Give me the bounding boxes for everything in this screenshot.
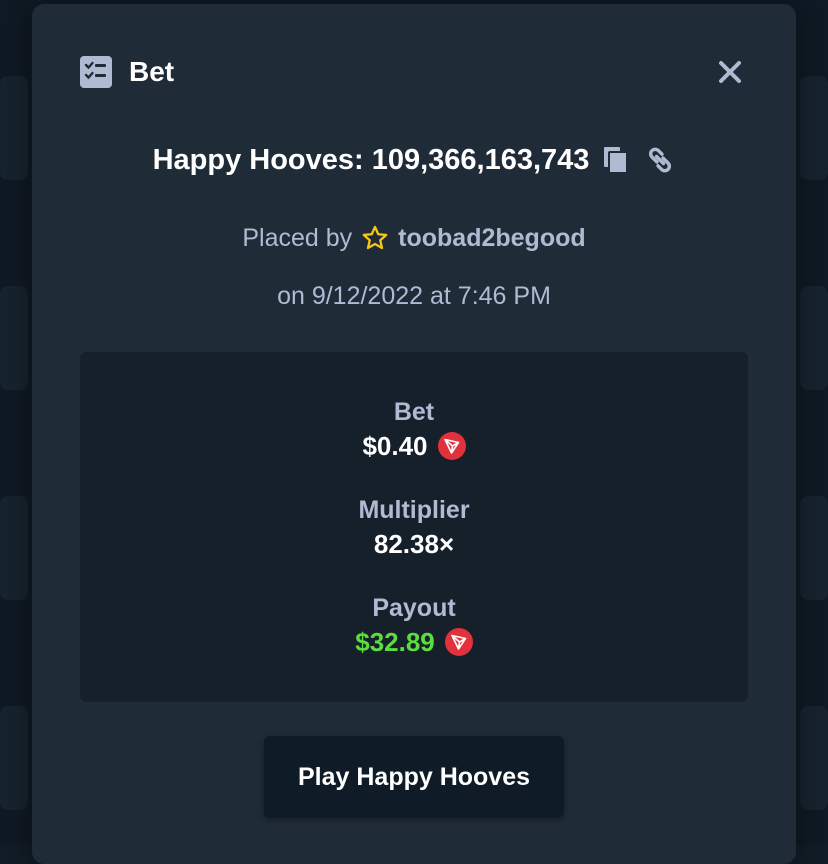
- background-card: [0, 76, 28, 180]
- bet-stats-panel: Bet $0.40 Multiplier 82.38× Payout $32.8…: [80, 352, 748, 702]
- multiplier-label: Multiplier: [80, 494, 748, 526]
- modal-title: Bet: [129, 56, 174, 88]
- username-link[interactable]: toobad2begood: [398, 224, 585, 253]
- bet-label: Bet: [80, 396, 748, 428]
- bet-modal: Bet Happy Hooves: 109,366,163,743: [32, 4, 796, 864]
- bet-value-row: $0.40: [80, 428, 748, 464]
- copy-icon[interactable]: [603, 146, 631, 174]
- modal-header: Bet: [80, 50, 748, 94]
- multiplier-stat: Multiplier 82.38×: [80, 494, 748, 562]
- payout-value-row: $32.89: [80, 624, 748, 660]
- bet-value: $0.40: [362, 431, 427, 462]
- background-card: [800, 496, 828, 600]
- tron-icon: [438, 432, 466, 460]
- bet-stat: Bet $0.40: [80, 396, 748, 464]
- play-game-button[interactable]: Play Happy Hooves: [264, 736, 564, 818]
- payout-value: $32.89: [355, 627, 435, 658]
- background-card: [800, 76, 828, 180]
- multiplier-value: 82.38×: [80, 526, 748, 562]
- checklist-icon: [80, 56, 112, 88]
- close-icon[interactable]: [718, 60, 742, 84]
- link-icon[interactable]: [645, 145, 675, 175]
- background-card: [800, 706, 828, 810]
- background-card: [0, 706, 28, 810]
- game-id-line: Happy Hooves: 109,366,163,743: [32, 138, 796, 182]
- placed-by-line: Placed by toobad2begood: [32, 218, 796, 258]
- close-button[interactable]: [712, 54, 748, 90]
- background-card: [800, 286, 828, 390]
- game-id-label: Happy Hooves: 109,366,163,743: [153, 144, 590, 177]
- background-card: [0, 496, 28, 600]
- tron-icon: [445, 628, 473, 656]
- placed-date: on 9/12/2022 at 7:46 PM: [32, 276, 796, 316]
- payout-stat: Payout $32.89: [80, 592, 748, 660]
- star-icon: [361, 224, 389, 252]
- placed-by-prefix: Placed by: [242, 224, 352, 253]
- payout-label: Payout: [80, 592, 748, 624]
- background-card: [0, 286, 28, 390]
